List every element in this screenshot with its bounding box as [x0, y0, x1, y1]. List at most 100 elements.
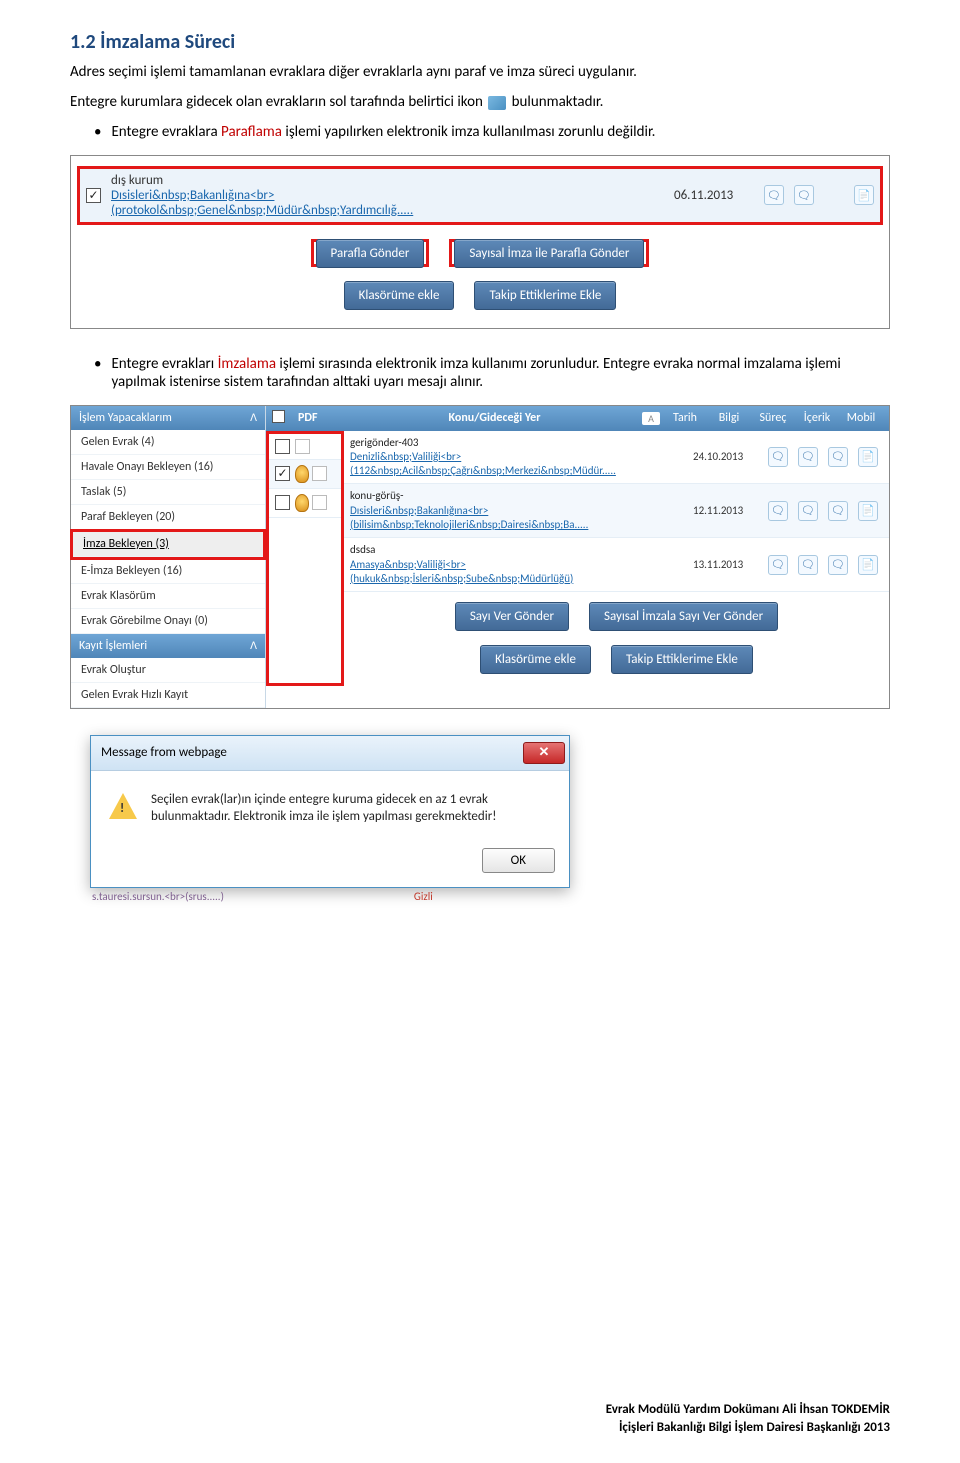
mobile-icon[interactable]: 📄 — [858, 501, 878, 521]
evrak-checkbox[interactable]: ✓ — [86, 188, 101, 203]
btn-takip-ekle-2[interactable]: Takip Ettiklerime Ekle — [611, 645, 753, 674]
btn-klasorume-ekle-2[interactable]: Klasörüme ekle — [480, 645, 591, 674]
content-icon[interactable]: 🗨 — [828, 447, 848, 467]
sidebar-highlight: İmza Bekleyen (3) — [70, 529, 266, 560]
chevron-up-icon: ᐱ — [250, 639, 257, 652]
ribbon-icon — [295, 465, 309, 483]
row1-pdf-checkbox[interactable] — [295, 439, 310, 454]
r1-sub[interactable]: (112&nbsp;Acil&nbsp;Çağrı&nbsp;Merkezi&n… — [350, 464, 693, 478]
btn-sayi-ver[interactable]: Sayı Ver Gönder — [455, 602, 569, 631]
r2-sub[interactable]: (bilisim&nbsp;Teknolojileri&nbsp;Dairesi… — [350, 518, 693, 532]
screenshot-imza: İşlem Yapacaklarım ᐱ Gelen Evrak (4) Hav… — [70, 405, 890, 709]
panel-kayit-islemleri[interactable]: Kayıt İşlemleri ᐱ — [71, 634, 265, 658]
info-icon[interactable]: 🗨 — [768, 501, 788, 521]
btn-sayisal-imzala[interactable]: Sayısal İmzala Sayı Ver Gönder — [589, 602, 778, 631]
row3-pdf-checkbox[interactable] — [312, 495, 327, 510]
checkbox-col-highlight: ✓ — [266, 431, 344, 687]
attach-icon: A — [642, 412, 660, 425]
dialog-title-text: Message from webpage — [101, 745, 227, 760]
highlight-parafla: Parafla Gönder — [311, 239, 430, 267]
process-icon[interactable]: 🗨 — [798, 501, 818, 521]
panel2-label: Kayıt İşlemleri — [79, 639, 147, 653]
process-icon[interactable]: 🗨 — [798, 555, 818, 575]
th-icerik: İçerik — [795, 411, 839, 425]
b1-b: Paraflama — [221, 123, 282, 141]
imza-button-row-1: Sayı Ver Gönder Sayısal İmzala Sayı Ver … — [344, 602, 889, 631]
table-row[interactable]: dsdsa Amasya&nbsp;Valiliği<br> (hukuk&nb… — [344, 538, 889, 592]
sidebar-item-imza-bekleyen[interactable]: İmza Bekleyen (3) — [73, 532, 263, 557]
message-dialog: Message from webpage ✕ Seçilen evrak(lar… — [90, 735, 570, 888]
close-button[interactable]: ✕ — [523, 742, 565, 764]
sidebar-sel-label: İmza Bekleyen (3) — [83, 537, 169, 551]
row1-checkbox[interactable] — [275, 439, 290, 454]
sidebar-item-havale[interactable]: Havale Onayı Bekleyen (16) — [71, 455, 265, 480]
table-row[interactable]: gerigönder-403 Denizli&nbsp;Valiliği<br>… — [344, 431, 889, 485]
r2-date: 12.11.2013 — [693, 504, 763, 517]
r2-title: konu-görüş- — [350, 489, 693, 503]
warning-icon — [109, 793, 137, 819]
evrak-link[interactable]: Dısisleri&nbsp;Bakanlığına<br> — [111, 188, 664, 203]
highlight-sayisal: Sayısal İmza ile Parafla Gönder — [449, 239, 649, 267]
row2-pdf-checkbox[interactable] — [312, 466, 327, 481]
ok-button[interactable]: OK — [482, 848, 555, 873]
sidebar-item-olustur[interactable]: Evrak Oluştur — [71, 658, 265, 683]
header-checkbox[interactable] — [272, 410, 285, 423]
th-pdf: PDF — [298, 411, 350, 425]
evrak-text: dış kurum Dısisleri&nbsp;Bakanlığına<br>… — [111, 173, 664, 218]
chevron-up-icon: ᐱ — [250, 411, 257, 424]
btn-sayisal-parafla[interactable]: Sayısal İmza ile Parafla Gönder — [454, 239, 644, 268]
sidebar-item-gorebilme[interactable]: Evrak Görebilme Onayı (0) — [71, 609, 265, 634]
evrak-sub[interactable]: (protokol&nbsp;Genel&nbsp;Müdür&nbsp;Yar… — [111, 203, 664, 218]
paragraph-1: Adres seçimi işlemi tamamlanan evraklara… — [70, 62, 890, 82]
mobile-icon[interactable]: 📄 — [858, 447, 878, 467]
r1-link[interactable]: Denizli&nbsp;Valiliği<br> — [350, 450, 693, 464]
b2-b: İmzalama — [218, 355, 276, 373]
info-icon[interactable]: 🗨 — [768, 555, 788, 575]
row3-checkbox[interactable] — [275, 495, 290, 510]
paragraph-2: Entegre kurumlara gidecek olan evrakları… — [70, 92, 890, 112]
sidebar-item-eimza[interactable]: E-İmza Bekleyen (16) — [71, 559, 265, 584]
p2-pre: Entegre kurumlara gidecek olan evrakları… — [70, 93, 486, 111]
sidebar-item-klasorum[interactable]: Evrak Klasörüm — [71, 584, 265, 609]
content-icon[interactable]: 🗨 — [828, 555, 848, 575]
sidebar-item-taslak[interactable]: Taslak (5) — [71, 480, 265, 505]
r3-link[interactable]: Amasya&nbsp;Valiliği<br> — [350, 558, 693, 572]
b2-a: Entegre evrakları — [111, 355, 217, 373]
r1-title: gerigönder-403 — [350, 436, 693, 450]
integration-indicator-icon — [488, 96, 506, 110]
info-icon[interactable]: 🗨 — [764, 185, 784, 205]
evrak-date: 06.11.2013 — [674, 188, 754, 203]
th-bilgi: Bilgi — [707, 411, 751, 425]
mobile-icon[interactable]: 📄 — [858, 555, 878, 575]
row2-checkbox[interactable]: ✓ — [275, 466, 290, 481]
evrak-kurum: dış kurum — [111, 173, 664, 188]
th-konu: Konu/Gideceği Yer — [350, 411, 639, 425]
btn-takip-ekle[interactable]: Takip Ettiklerime Ekle — [474, 281, 616, 310]
sidebar-item-hizli[interactable]: Gelen Evrak Hızlı Kayıt — [71, 683, 265, 708]
panel-islem-yapacaklarim[interactable]: İşlem Yapacaklarım ᐱ — [71, 406, 265, 430]
r2-link[interactable]: Dısisleri&nbsp;Bakanlığına<br> — [350, 504, 693, 518]
btn-klasorume-ekle[interactable]: Klasörüme ekle — [344, 281, 455, 310]
content-icon[interactable]: 🗨 — [828, 501, 848, 521]
content-icon[interactable]: 📄 — [854, 185, 874, 205]
screenshot-paraf: ✓ dış kurum Dısisleri&nbsp;Bakanlığına<b… — [70, 155, 890, 329]
r3-sub[interactable]: (hukuk&nbsp;İsleri&nbsp;Sube&nbsp;Müdürl… — [350, 572, 693, 586]
under-left: s.tauresi.sursun.<br>(srus.....) — [92, 890, 224, 903]
paraf-button-row-1: Parafla Gönder Sayısal İmza ile Parafla … — [77, 239, 883, 267]
th-mobil: Mobil — [839, 411, 883, 425]
footer-line-1: Evrak Modülü Yardım Dokümanı Ali İhsan T… — [606, 1401, 890, 1419]
dialog-titlebar: Message from webpage ✕ — [91, 736, 569, 771]
info-icon[interactable]: 🗨 — [768, 447, 788, 467]
process-icon[interactable]: 🗨 — [794, 185, 814, 205]
btn-parafla-gonder[interactable]: Parafla Gönder — [316, 239, 425, 268]
panel1-label: İşlem Yapacaklarım — [79, 411, 172, 425]
sidebar-item-paraf[interactable]: Paraf Bekleyen (20) — [71, 505, 265, 530]
sidebar-item-gelen[interactable]: Gelen Evrak (4) — [71, 430, 265, 455]
evrak-row-highlight: ✓ dış kurum Dısisleri&nbsp;Bakanlığına<b… — [77, 166, 883, 225]
under-right: Gizli — [414, 890, 433, 903]
process-icon[interactable]: 🗨 — [798, 447, 818, 467]
section-heading: 1.2 İmzalama Süreci — [70, 30, 890, 54]
table-row[interactable]: konu-görüş- Dısisleri&nbsp;Bakanlığına<b… — [344, 484, 889, 538]
under-dialog-fragment: s.tauresi.sursun.<br>(srus.....) Gizli — [92, 890, 890, 903]
ribbon-icon — [295, 494, 309, 512]
